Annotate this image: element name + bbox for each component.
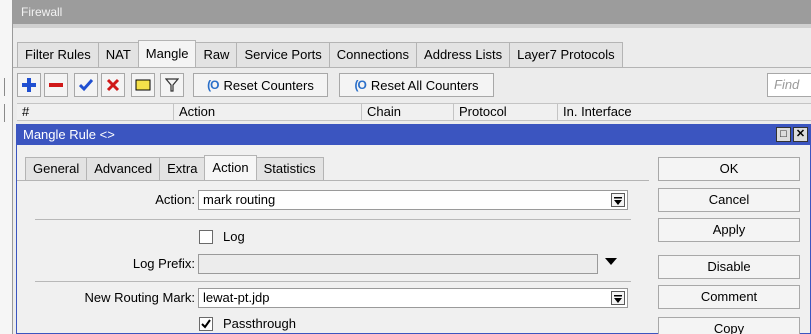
reset-icon: (O	[354, 78, 366, 92]
chevron-down-icon[interactable]	[605, 258, 617, 265]
action-row: Action: mark routing	[17, 190, 647, 214]
x-icon	[106, 78, 120, 92]
remove-button[interactable]	[44, 73, 68, 97]
log-prefix-label: Log Prefix:	[132, 256, 195, 271]
action-select[interactable]: mark routing	[198, 190, 628, 210]
window-title: Firewall	[13, 0, 811, 28]
disable-button[interactable]	[101, 73, 125, 97]
dropdown-icon	[614, 197, 622, 205]
find-input[interactable]: Find	[767, 73, 811, 97]
reset-icon: (O	[207, 78, 219, 92]
checkmark-icon	[201, 319, 211, 329]
action-value: mark routing	[203, 192, 276, 207]
column-header-action[interactable]: Action	[173, 104, 357, 121]
new-routing-mark-label: New Routing Mark:	[84, 290, 195, 305]
dialog-tabs: General Advanced Extra Action Statistics	[25, 155, 324, 181]
dropdown-button[interactable]	[611, 291, 625, 305]
tabs-divider	[13, 67, 811, 68]
enable-button[interactable]	[74, 73, 98, 97]
dropdown-icon	[614, 295, 622, 303]
tab-connections[interactable]: Connections	[328, 42, 418, 68]
passthrough-label: Passthrough	[223, 316, 296, 331]
tab-raw[interactable]: Raw	[195, 42, 238, 68]
filter-icon	[165, 78, 179, 92]
column-header-chain[interactable]: Chain	[361, 104, 449, 121]
add-button[interactable]	[17, 73, 41, 97]
reset-counters-label: Reset Counters	[223, 77, 314, 93]
close-icon[interactable]: ✕	[793, 127, 808, 142]
edge-tick	[4, 104, 5, 122]
cancel-button[interactable]: Cancel	[658, 188, 800, 212]
column-header-number[interactable]: #	[17, 104, 41, 121]
tab-extra[interactable]: Extra	[159, 157, 206, 181]
separator	[35, 281, 631, 282]
reset-all-counters-label: Reset All Counters	[370, 77, 479, 93]
tab-service-ports[interactable]: Service Ports	[236, 42, 330, 68]
minus-icon	[49, 83, 63, 87]
copy-button[interactable]: Copy	[658, 317, 800, 334]
comment-button[interactable]: Comment	[658, 285, 800, 309]
apply-button[interactable]: Apply	[658, 218, 800, 242]
maximize-icon[interactable]: □	[776, 127, 791, 142]
dialog-window-controls: □ ✕	[776, 127, 808, 142]
toolbar: (O Reset Counters (O Reset All Counters …	[17, 73, 811, 97]
column-header-protocol[interactable]: Protocol	[453, 104, 553, 121]
left-window-edge	[0, 0, 12, 334]
new-routing-mark-select[interactable]: lewat-pt.jdp	[198, 288, 628, 308]
reset-all-counters-button[interactable]: (O Reset All Counters	[339, 73, 494, 97]
dialog-tabs-divider	[17, 180, 649, 181]
comment-button[interactable]	[131, 73, 155, 97]
tab-address-lists[interactable]: Address Lists	[416, 42, 511, 68]
tab-advanced[interactable]: Advanced	[86, 157, 161, 181]
tab-filter-rules[interactable]: Filter Rules	[17, 42, 99, 68]
dialog-title-bar: Mangle Rule <> □ ✕	[17, 125, 810, 145]
filter-button[interactable]	[160, 73, 184, 97]
log-label: Log	[223, 229, 245, 244]
dropdown-button[interactable]	[611, 193, 625, 207]
tab-general[interactable]: General	[25, 157, 88, 181]
tab-action[interactable]: Action	[204, 155, 257, 181]
tab-nat[interactable]: NAT	[97, 42, 139, 68]
dialog-title: Mangle Rule <>	[23, 127, 115, 142]
separator	[35, 219, 631, 220]
new-routing-mark-value: lewat-pt.jdp	[203, 290, 270, 305]
tab-statistics[interactable]: Statistics	[255, 157, 324, 181]
tab-layer7-protocols[interactable]: Layer7 Protocols	[509, 42, 623, 68]
comment-icon	[135, 79, 151, 91]
disable-button[interactable]: Disable	[658, 255, 800, 279]
action-label: Action:	[155, 192, 195, 207]
log-checkbox[interactable]	[199, 230, 213, 244]
mangle-rule-dialog: Mangle Rule <> □ ✕ General Advanced Extr…	[16, 124, 811, 334]
plus-icon	[22, 78, 36, 92]
column-header-in-interface[interactable]: In. Interface	[557, 104, 811, 121]
new-routing-mark-row: New Routing Mark: lewat-pt.jdp	[17, 288, 647, 312]
reset-counters-button[interactable]: (O Reset Counters	[193, 73, 328, 97]
firewall-tabs: Filter Rules NAT Mangle Raw Service Port…	[17, 40, 623, 68]
check-icon	[79, 79, 93, 92]
log-row: Log	[17, 227, 647, 251]
log-prefix-row: Log Prefix:	[17, 254, 647, 278]
ok-button[interactable]: OK	[658, 157, 800, 181]
edge-tick	[4, 78, 5, 96]
table-header: # Action Chain Protocol In. Interface	[17, 103, 811, 121]
log-prefix-input[interactable]	[198, 254, 598, 274]
passthrough-row: Passthrough	[17, 316, 647, 334]
tab-mangle[interactable]: Mangle	[137, 40, 197, 68]
passthrough-checkbox[interactable]	[199, 317, 213, 331]
